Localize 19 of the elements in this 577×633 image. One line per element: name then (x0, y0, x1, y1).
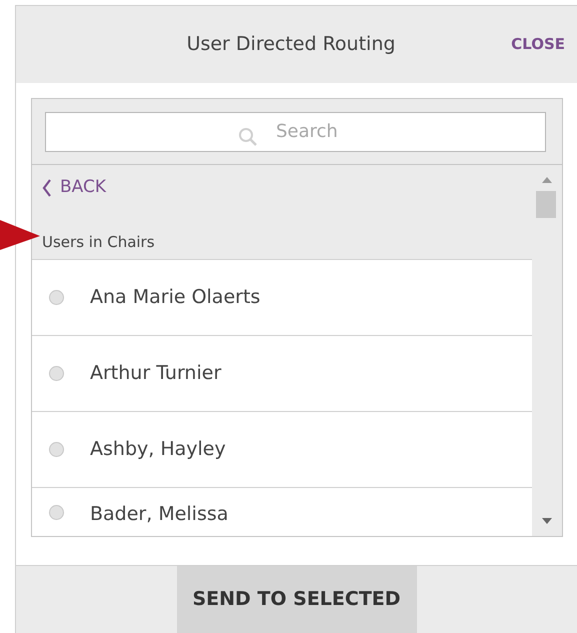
user-name: Bader, Melissa (90, 502, 228, 527)
close-button[interactable]: CLOSE (511, 33, 565, 56)
user-name: Arthur Turnier (90, 361, 222, 386)
scroll-up-icon (542, 177, 552, 183)
radio-button[interactable] (49, 366, 64, 381)
chevron-left-icon (42, 178, 52, 197)
dialog-title: User Directed Routing (186, 32, 396, 58)
back-button[interactable]: BACK (42, 175, 106, 200)
search-icon (238, 127, 258, 147)
send-button[interactable]: SEND TO SELECTED (176, 566, 416, 633)
scroll-down-icon (542, 518, 552, 524)
radio-button[interactable] (49, 290, 64, 305)
user-name: Ashby, Hayley (90, 437, 226, 462)
radio-button[interactable] (49, 442, 64, 457)
search-field[interactable]: Search (45, 112, 546, 152)
scroll-thumb[interactable] (536, 191, 556, 218)
radio-button[interactable] (49, 505, 64, 520)
user-name: Ana Marie Olaerts (90, 285, 260, 310)
group-label: Users in Chairs (42, 232, 156, 252)
